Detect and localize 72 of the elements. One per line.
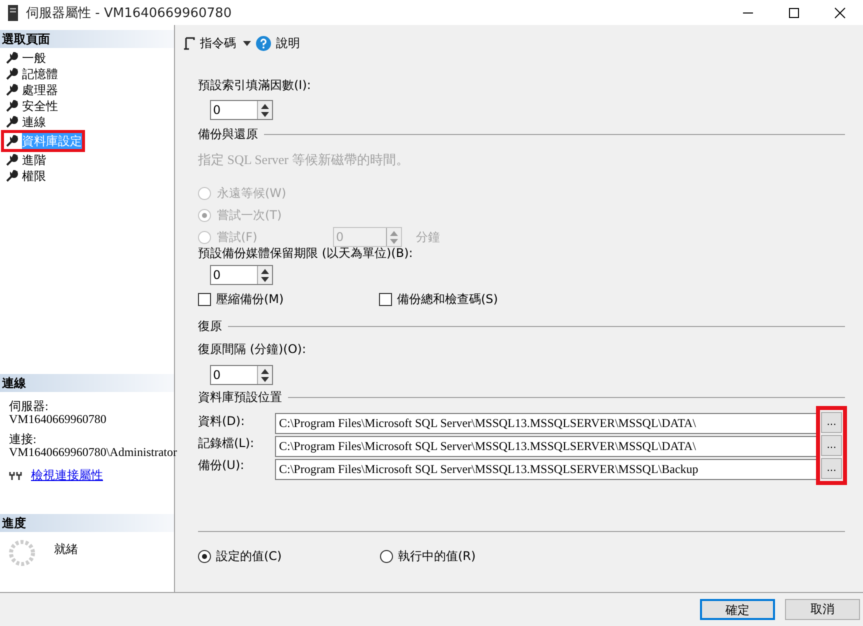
- cancel-button[interactable]: 取消: [785, 599, 860, 620]
- connect-label: 連接:: [9, 433, 38, 446]
- page-label: 記憶體: [22, 66, 58, 82]
- path-field[interactable]: C:\Program Files\Microsoft SQL Server\MSSQL13.MSSQLSERVER\MSSQL\Backup: [275, 459, 818, 480]
- page-item[interactable]: 權限: [6, 168, 46, 184]
- page-item[interactable]: 連線: [6, 114, 46, 130]
- status-text: 就緒: [54, 541, 78, 558]
- field-label: 資料(D):: [198, 413, 246, 430]
- page-label: 連線: [22, 114, 46, 130]
- unit-label: 分鐘: [416, 228, 440, 246]
- group-heading: 備份與還原: [198, 126, 258, 143]
- spinner-icon: [8, 539, 36, 567]
- wrench-icon: [6, 154, 18, 166]
- wrench-icon: [6, 52, 18, 64]
- browse-button[interactable]: ...: [821, 435, 842, 456]
- page-label: 權限: [22, 168, 46, 184]
- checkbox[interactable]: [379, 293, 392, 306]
- browse-button[interactable]: ...: [821, 412, 842, 433]
- server-label: 伺服器:: [9, 400, 50, 413]
- field-label: 預設索引填滿因數(I):: [198, 77, 312, 94]
- radio-label: 永遠等候(W): [217, 184, 288, 202]
- dropdown-icon[interactable]: [243, 40, 251, 46]
- checkbox-label: 壓縮備份(M): [216, 291, 284, 308]
- browse-button[interactable]: ...: [821, 458, 842, 479]
- path-field[interactable]: C:\Program Files\Microsoft SQL Server\MSSQL13.MSSQLSERVER\MSSQL\DATA\: [275, 413, 818, 434]
- window-title: 伺服器屬性 - VM1640669960780: [26, 4, 232, 22]
- section-heading: 進度: [0, 514, 174, 532]
- connection-properties-link[interactable]: 檢視連接屬性: [31, 467, 103, 484]
- page-item[interactable]: 進階: [6, 152, 46, 168]
- description-text: 指定 SQL Server 等候新磁帶的時間。: [198, 151, 410, 169]
- help-icon: [256, 36, 271, 50]
- page-item[interactable]: 處理器: [6, 82, 58, 98]
- page-item[interactable]: 一般: [6, 50, 46, 66]
- radio-button[interactable]: [198, 550, 211, 563]
- plug-icon: [9, 470, 23, 480]
- server-name: VM1640669960780: [9, 413, 108, 426]
- page-label: 進階: [22, 152, 46, 168]
- field-label: 預設備份媒體保留期限 (以天為單位)(B):: [198, 245, 414, 262]
- wrench-icon: [6, 68, 18, 80]
- script-icon: [183, 36, 195, 50]
- field-label: 記錄檔(L):: [198, 435, 256, 452]
- path-field[interactable]: C:\Program Files\Microsoft SQL Server\MSSQL13.MSSQLSERVER\MSSQL\DATA\: [275, 436, 818, 457]
- wrench-icon: [6, 170, 18, 182]
- script-button[interactable]: 指令碼: [200, 34, 236, 52]
- server-icon: [8, 4, 18, 20]
- radio-button[interactable]: [380, 550, 393, 563]
- section-heading: 連線: [0, 374, 174, 392]
- wrench-icon: [6, 116, 18, 128]
- wrench-icon: [6, 100, 18, 112]
- radio-label: 設定的值(C): [216, 548, 282, 565]
- checkbox[interactable]: [198, 293, 211, 306]
- page-label: 處理器: [22, 82, 58, 98]
- group-heading: 復原: [198, 318, 222, 335]
- section-heading: 選取頁面: [0, 30, 174, 48]
- page-label: 安全性: [22, 98, 58, 114]
- page-label: 資料庫設定: [22, 132, 82, 150]
- ok-button[interactable]: 確定: [700, 599, 775, 620]
- wrench-icon: [6, 84, 18, 96]
- radio-label: 執行中的值(R): [398, 548, 476, 565]
- page-label: 一般: [22, 50, 46, 66]
- maximize-icon[interactable]: [788, 6, 800, 18]
- radio-label: 嘗試一次(T): [217, 206, 283, 224]
- page-item[interactable]: 安全性: [6, 98, 58, 114]
- field-label: 復原間隔 (分鐘)(O):: [198, 341, 308, 358]
- wrench-icon: [6, 135, 18, 147]
- checkbox-label: 備份總和檢查碼(S): [397, 291, 498, 308]
- group-heading: 資料庫預設位置: [198, 389, 282, 406]
- help-button[interactable]: 說明: [276, 34, 300, 52]
- field-label: 備份(U):: [198, 457, 246, 474]
- radio-label: 嘗試(F): [217, 228, 258, 246]
- page-item[interactable]: 記憶體: [6, 66, 58, 82]
- close-icon[interactable]: [834, 6, 846, 18]
